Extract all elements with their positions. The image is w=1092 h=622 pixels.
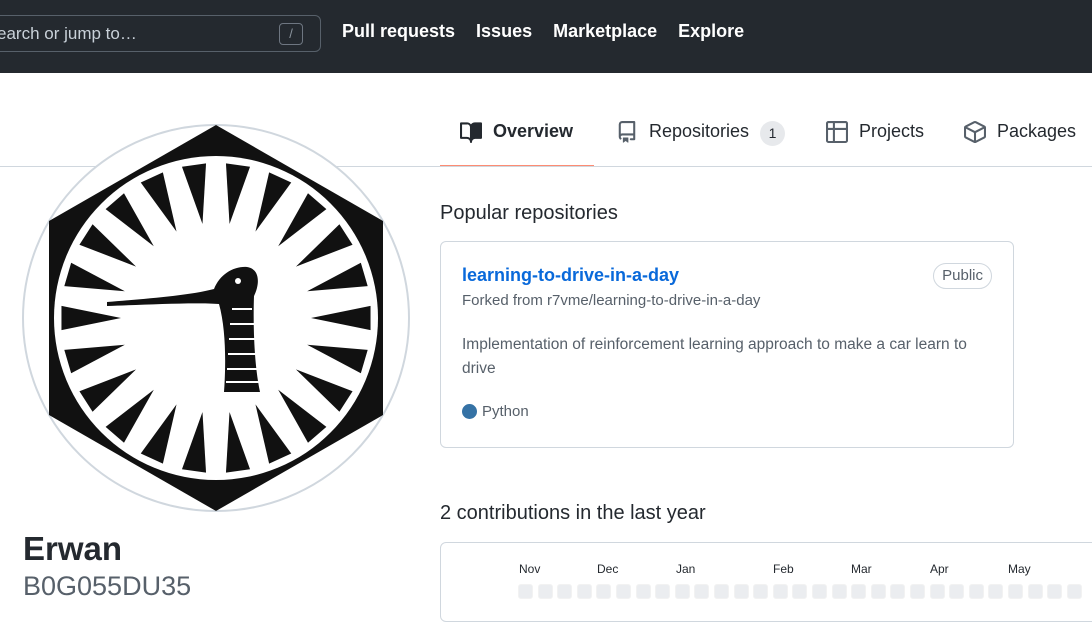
contribution-cell[interactable] [596, 584, 611, 599]
popular-repos-title: Popular repositories [440, 202, 618, 224]
language-color-dot [462, 404, 477, 419]
book-icon [460, 122, 482, 143]
search-shortcut-key: / [279, 23, 303, 45]
tab-overview-label: Overview [493, 121, 574, 141]
contribution-cell[interactable] [792, 584, 807, 599]
tab-projects-label: Projects [859, 121, 925, 141]
nav-pull-requests[interactable]: Pull requests [342, 21, 455, 42]
contribution-cell[interactable] [1008, 584, 1023, 599]
tab-repositories-label: Repositories [649, 121, 750, 141]
repo-language: Python [462, 403, 529, 420]
month-label: Dec [597, 562, 619, 576]
contributions-title: 2 contributions in the last year [440, 502, 706, 524]
month-label: Nov [519, 562, 541, 576]
search-input[interactable] [0, 16, 271, 51]
repo-icon [618, 121, 636, 143]
contribution-cell[interactable] [910, 584, 925, 599]
header-nav: Pull requests Issues Marketplace Explore [342, 21, 765, 42]
tab-packages[interactable]: Packages [964, 110, 1076, 167]
contribution-cell[interactable] [538, 584, 553, 599]
contribution-cell[interactable] [851, 584, 866, 599]
search-box[interactable]: / [0, 15, 321, 52]
profile-fullname: Erwan [23, 530, 123, 567]
repo-name-link[interactable]: learning-to-drive-in-a-day [462, 265, 679, 286]
top-header: / Pull requests Issues Marketplace Explo… [0, 0, 1092, 73]
month-label: Feb [773, 562, 794, 576]
contribution-cell[interactable] [812, 584, 827, 599]
contribution-cell[interactable] [1047, 584, 1062, 599]
contribution-cell[interactable] [988, 584, 1003, 599]
month-label: Mar [851, 562, 872, 576]
contribution-cell[interactable] [890, 584, 905, 599]
nav-marketplace[interactable]: Marketplace [553, 21, 657, 42]
contribution-cell[interactable] [773, 584, 788, 599]
month-label: May [1008, 562, 1031, 576]
repo-card: learning-to-drive-in-a-day Public Forked… [440, 241, 1014, 448]
tab-packages-label: Packages [997, 121, 1077, 141]
contribution-cell[interactable] [557, 584, 572, 599]
contribution-cell[interactable] [694, 584, 709, 599]
contribution-cell[interactable] [949, 584, 964, 599]
package-icon [964, 121, 986, 143]
contribution-cell[interactable] [832, 584, 847, 599]
contribution-cell[interactable] [636, 584, 651, 599]
repositories-count: 1 [760, 121, 786, 146]
forked-from-text[interactable]: Forked from r7vme/learning-to-drive-in-a… [462, 292, 760, 309]
contribution-cell[interactable] [577, 584, 592, 599]
contribution-cell[interactable] [1067, 584, 1082, 599]
contribution-cell[interactable] [714, 584, 729, 599]
table-icon [826, 121, 848, 143]
visibility-badge: Public [933, 263, 992, 289]
month-label: Apr [930, 562, 949, 576]
contribution-cell[interactable] [1028, 584, 1043, 599]
nav-explore[interactable]: Explore [678, 21, 744, 42]
tab-overview[interactable]: Overview [439, 110, 595, 167]
tab-projects[interactable]: Projects [826, 110, 924, 167]
nav-issues[interactable]: Issues [476, 21, 532, 42]
contribution-cell[interactable] [655, 584, 670, 599]
contribution-cell[interactable] [969, 584, 984, 599]
contribution-cell[interactable] [734, 584, 749, 599]
contribution-cell[interactable] [518, 584, 533, 599]
month-label: Jan [676, 562, 696, 576]
contribution-cell[interactable] [675, 584, 690, 599]
language-label: Python [482, 403, 529, 420]
tab-repositories[interactable]: Repositories 1 [616, 110, 786, 167]
repo-description: Implementation of reinforcement learning… [462, 336, 967, 377]
avatar[interactable] [22, 124, 410, 512]
contribution-cell[interactable] [930, 584, 945, 599]
contribution-cell[interactable] [616, 584, 631, 599]
profile-username: B0G055DU35 [23, 571, 192, 601]
contribution-cell[interactable] [871, 584, 886, 599]
contribution-cell[interactable] [753, 584, 768, 599]
contribution-graph [440, 542, 1092, 622]
